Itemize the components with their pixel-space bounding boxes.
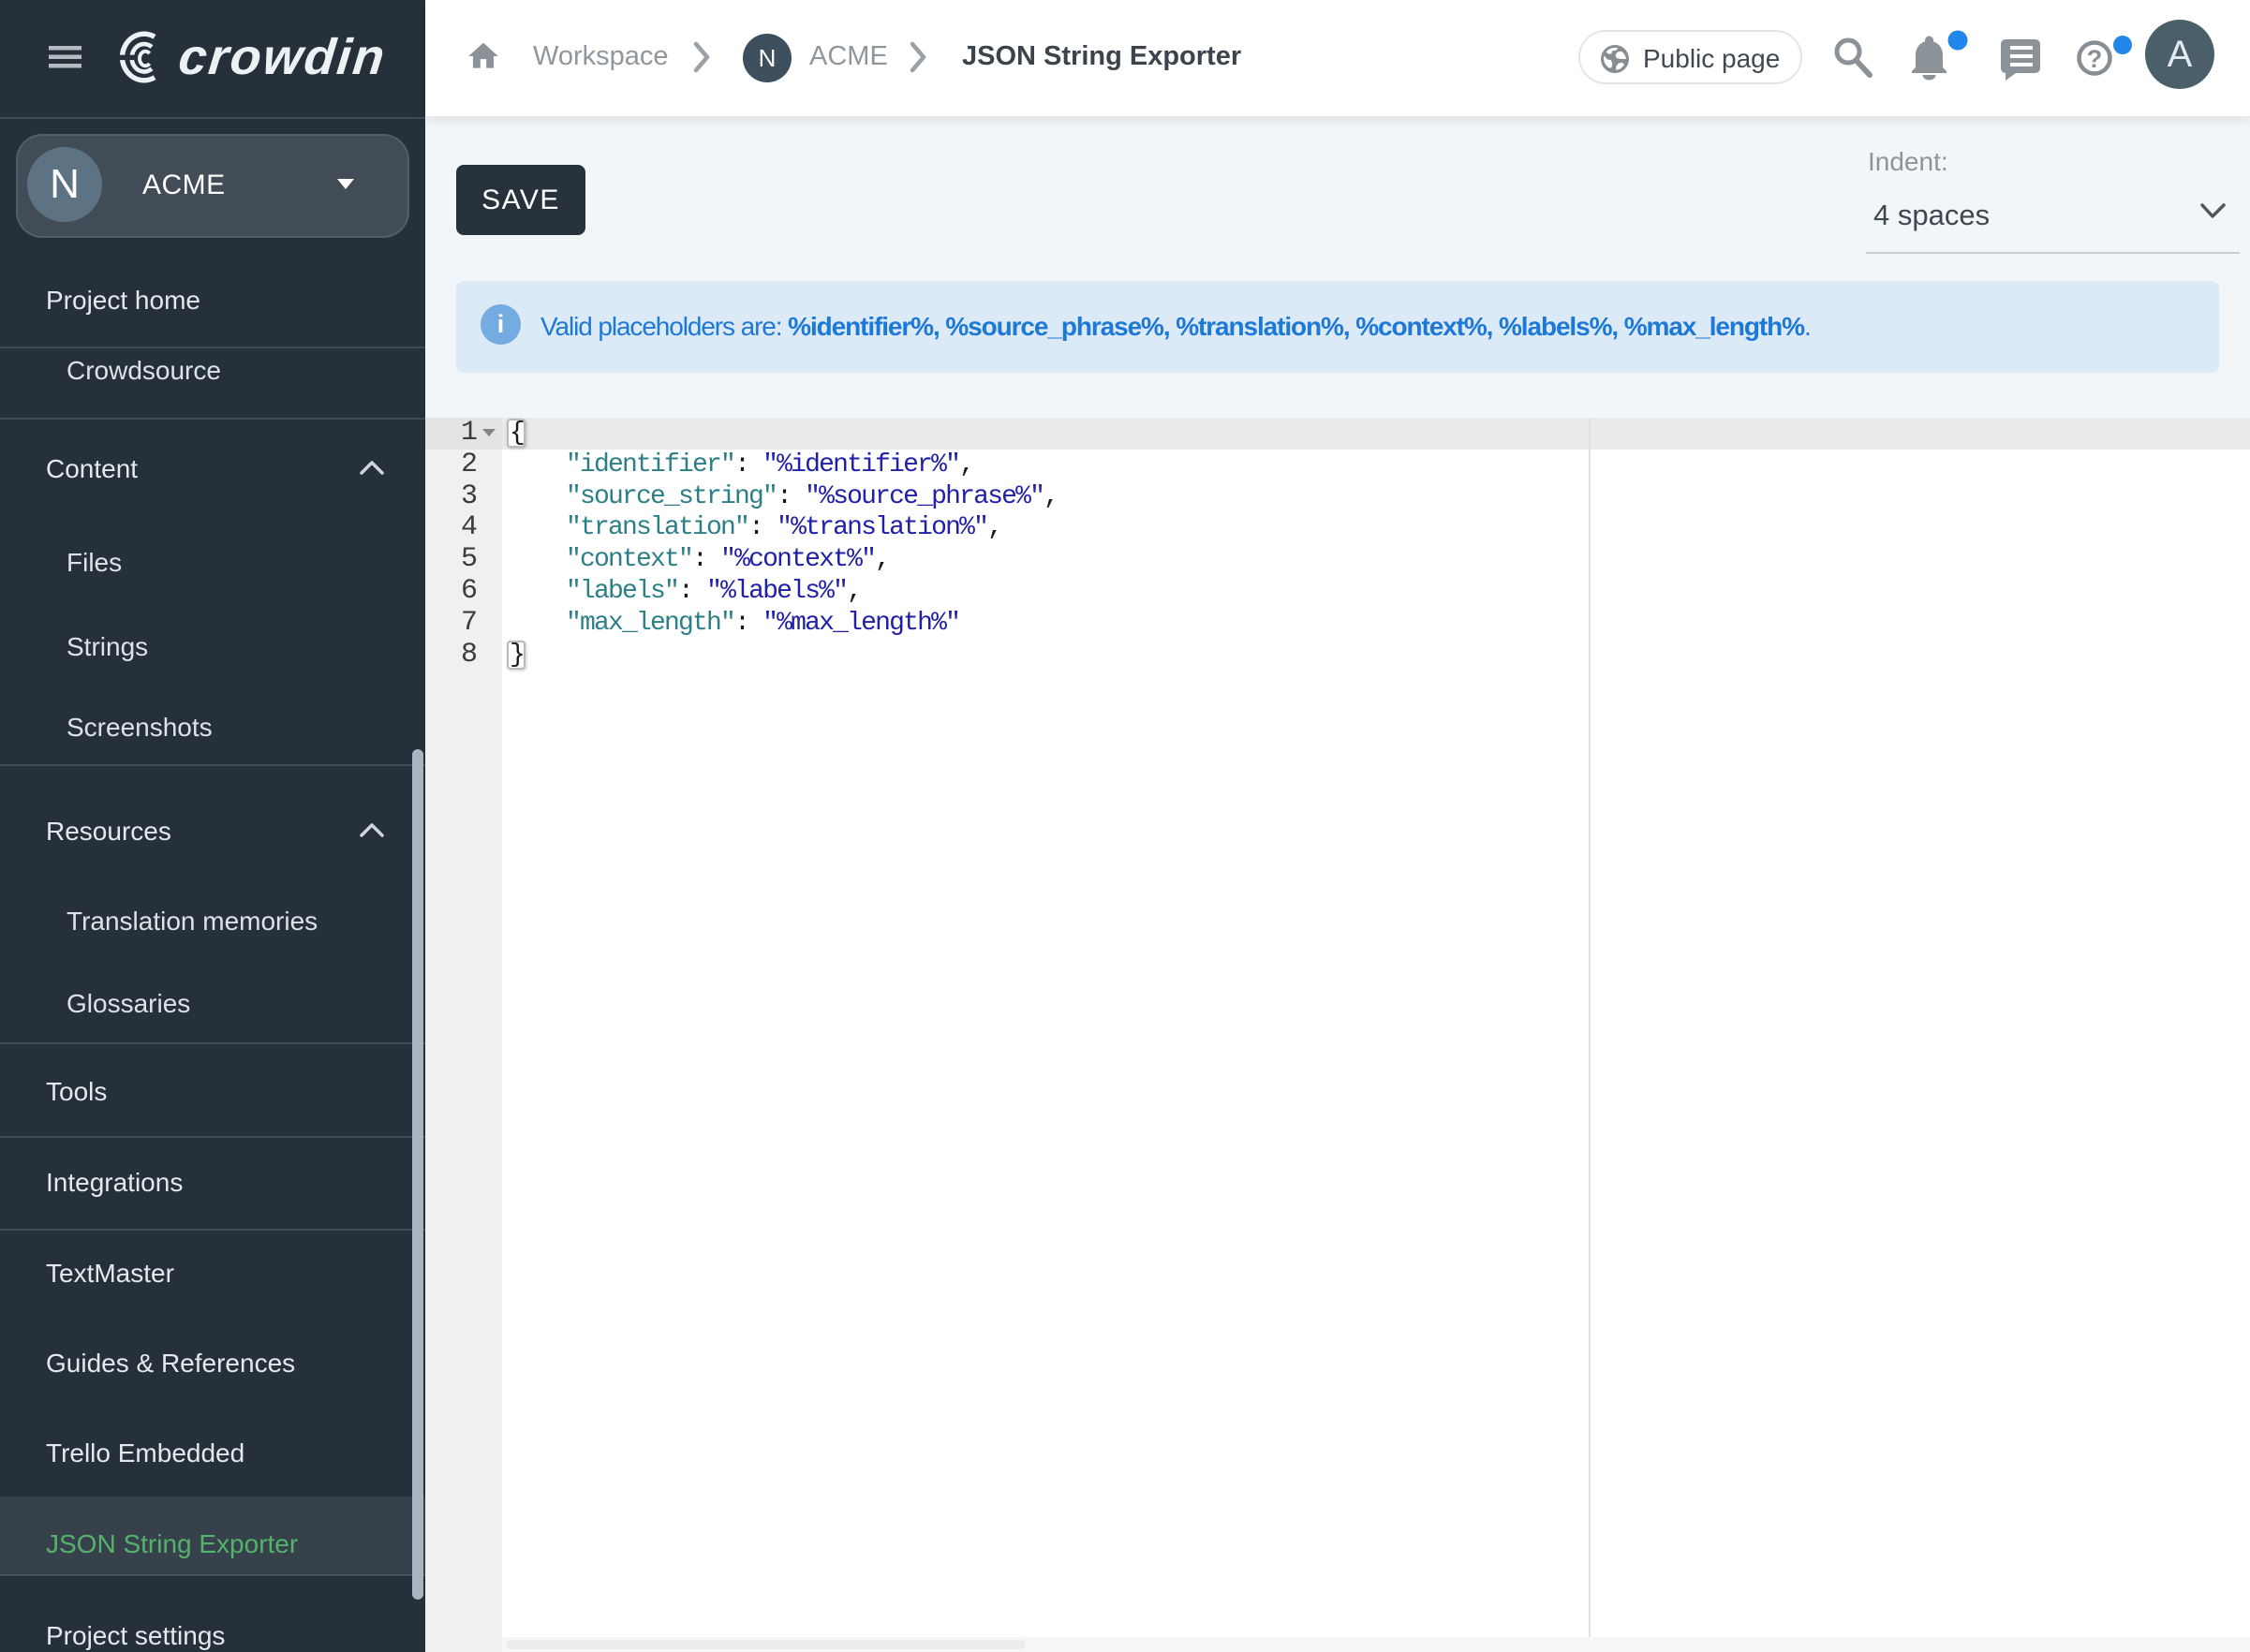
svg-text:?: ? xyxy=(2087,45,2103,73)
